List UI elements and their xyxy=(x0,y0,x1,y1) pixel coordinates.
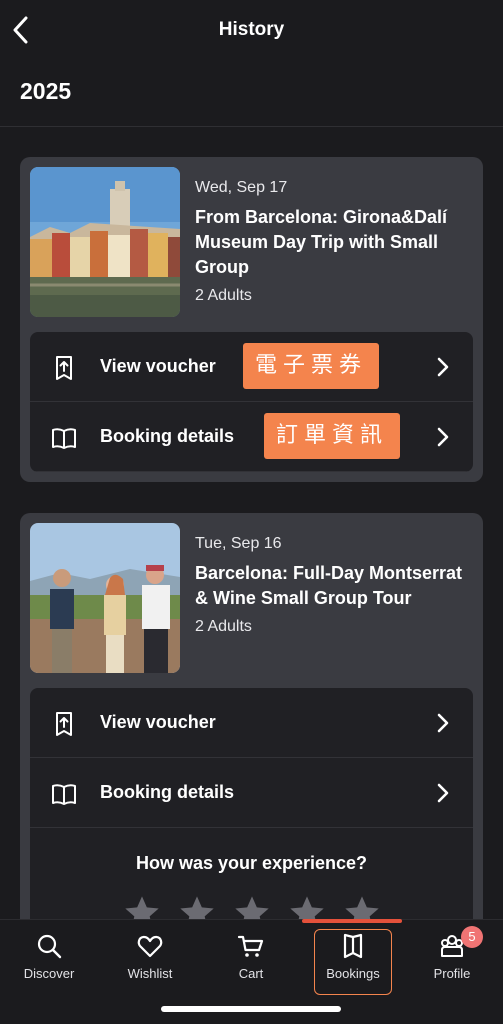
active-tab-indicator xyxy=(302,919,402,923)
chevron-right-icon xyxy=(437,713,449,733)
notification-badge: 5 xyxy=(461,926,483,948)
voucher-icon xyxy=(56,712,72,736)
tour-title[interactable]: Barcelona: Full-Day Montserrat & Wine Sm… xyxy=(195,561,480,611)
booking-details-label: Booking details xyxy=(100,426,235,446)
tab-cart[interactable]: Cart xyxy=(211,932,291,986)
view-voucher-row[interactable]: View voucher 電子票券 xyxy=(30,332,473,402)
tour-title[interactable]: From Barcelona: Girona&Dalí Museum Day T… xyxy=(195,205,480,280)
year-heading: 2025 xyxy=(20,78,72,104)
details-annotation: 訂單資訊 xyxy=(264,413,401,459)
booking-actions: View voucher Booking details How was you… xyxy=(30,688,473,933)
booking-details-row[interactable]: Booking details xyxy=(30,758,473,828)
tour-thumbnail[interactable] xyxy=(30,523,180,673)
cart-icon xyxy=(237,935,264,957)
tab-label: Cart xyxy=(238,966,264,981)
rating-prompt: How was your experience? xyxy=(135,853,368,873)
voucher-annotation: 電子票券 xyxy=(243,343,380,389)
booking-card: Tue, Sep 16 Barcelona: Full-Day Montserr… xyxy=(20,513,483,933)
page-title: History xyxy=(218,19,285,40)
view-voucher-label: View voucher xyxy=(100,356,216,376)
booking-details-label: Booking details xyxy=(100,782,235,802)
tab-wishlist[interactable]: Wishlist xyxy=(110,932,190,986)
chevron-right-icon xyxy=(437,357,449,377)
voucher-icon xyxy=(56,356,72,380)
active-tab-highlight xyxy=(314,929,392,995)
book-icon xyxy=(52,784,76,805)
top-bar: History xyxy=(0,0,503,62)
booking-date: Tue, Sep 16 xyxy=(195,535,282,552)
heart-icon xyxy=(137,935,163,958)
divider xyxy=(0,126,503,127)
home-indicator[interactable] xyxy=(161,1006,341,1012)
tour-thumbnail[interactable] xyxy=(30,167,180,317)
booking-date: Wed, Sep 17 xyxy=(195,179,288,196)
booking-actions: View voucher 電子票券 Booking details 訂單資訊 xyxy=(30,332,473,472)
tab-label: Wishlist xyxy=(127,966,173,981)
book-icon xyxy=(52,428,76,449)
chevron-right-icon xyxy=(437,783,449,803)
search-icon xyxy=(37,934,62,959)
tab-label: Discover xyxy=(23,966,75,981)
guest-count: 2 Adults xyxy=(195,618,252,635)
booking-card: Wed, Sep 17 From Barcelona: Girona&Dalí … xyxy=(20,157,483,482)
tab-label: Profile xyxy=(433,966,471,981)
tab-discover[interactable]: Discover xyxy=(9,932,89,986)
chevron-right-icon xyxy=(437,427,449,447)
view-voucher-label: View voucher xyxy=(100,712,216,732)
booking-details-row[interactable]: Booking details 訂單資訊 xyxy=(30,402,473,472)
guest-count: 2 Adults xyxy=(195,287,252,304)
view-voucher-row[interactable]: View voucher xyxy=(30,688,473,758)
